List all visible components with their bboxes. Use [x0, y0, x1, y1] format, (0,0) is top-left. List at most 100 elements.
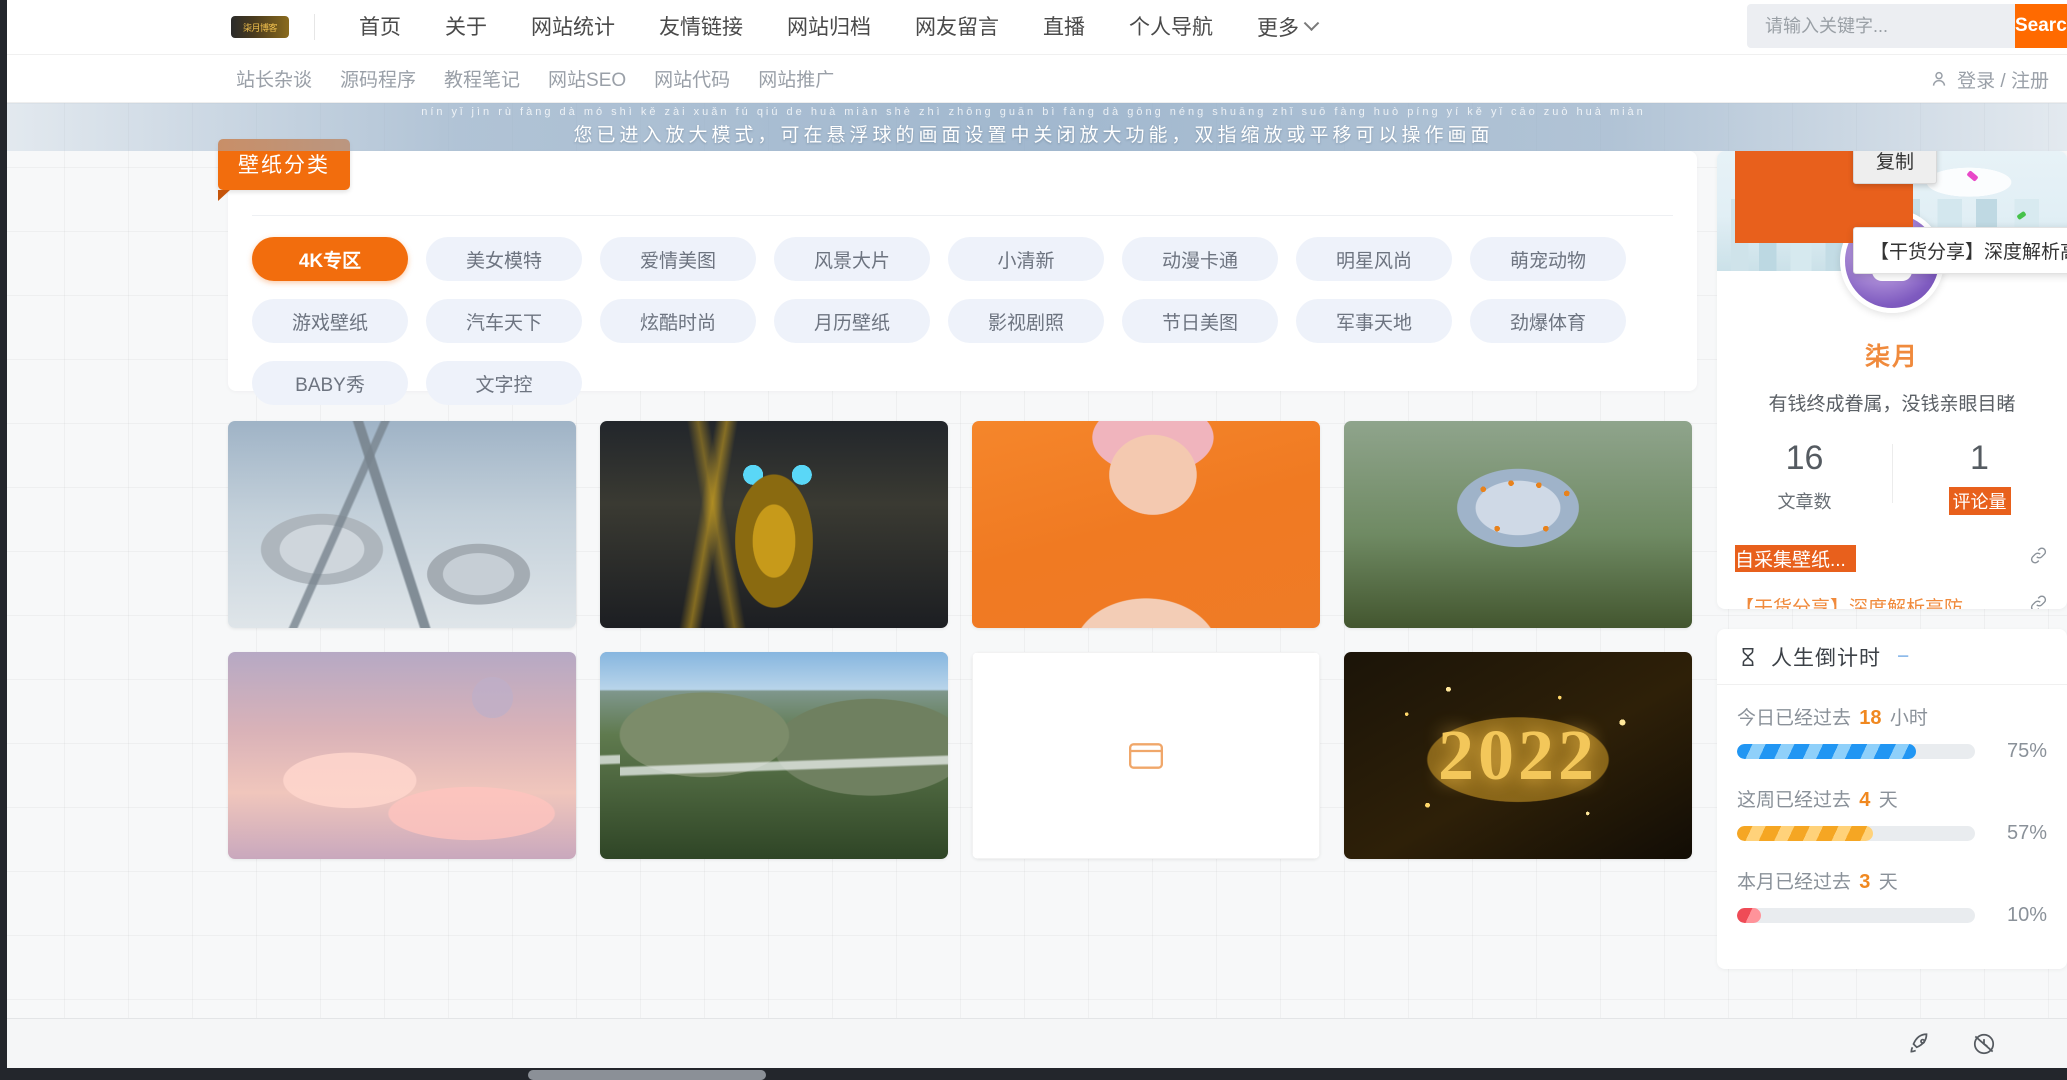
wallpaper-pink-hair-woman[interactable]: [972, 421, 1320, 628]
subnav-seo[interactable]: 网站SEO: [534, 65, 640, 92]
nav-about[interactable]: 关于: [423, 0, 509, 55]
wallpaper-year-text: 2022: [1438, 715, 1598, 795]
hourglass-icon: [1742, 647, 1754, 666]
wallpaper-grid: 2022: [228, 421, 1697, 859]
wallpaper-thumbnail: [600, 652, 948, 859]
nav-stats[interactable]: 网站统计: [509, 0, 637, 55]
link-icon[interactable]: [2028, 545, 2049, 572]
wallpaper-bumblebee-robot[interactable]: [600, 421, 948, 628]
site-logo-badge: 柒月博客: [231, 16, 289, 38]
subnav-yuanma[interactable]: 源码程序: [326, 65, 430, 92]
site-logo[interactable]: 柒月博客: [228, 14, 292, 40]
category-chip[interactable]: 劲爆体育: [1470, 299, 1626, 343]
countdown-progress-track: [1737, 826, 1975, 841]
subnav-daima[interactable]: 网站代码: [640, 65, 744, 92]
profile-stat[interactable]: 16 文章数: [1717, 438, 1892, 515]
wallpaper-placeholder-empty[interactable]: [972, 652, 1320, 859]
countdown-suffix: 小时: [1889, 708, 1928, 729]
wallpaper-thumbnail: 2022: [1344, 652, 1692, 859]
wallpaper-blue-butterfly[interactable]: [1344, 421, 1692, 628]
countdown-progress-track: [1737, 744, 1975, 759]
search-button[interactable]: Search: [2015, 4, 2067, 48]
category-chip[interactable]: 萌宠动物: [1470, 237, 1626, 281]
nav-more-label: 更多: [1257, 17, 1299, 40]
profile-stats: 16 文章数 1 评论量: [1717, 438, 2067, 515]
category-ribbon-title: 壁纸分类: [218, 139, 350, 201]
zoom-banner-pinyin: nín yǐ jìn rù fàng dà mó shì kě zài xuǎn…: [421, 106, 1646, 118]
category-subnav: 站长杂谈 源码程序 教程笔记 网站SEO 网站代码 网站推广 登录 / 注册: [0, 55, 2067, 103]
header-search: Search: [1747, 4, 2067, 48]
wallpaper-mountain-waterfall[interactable]: [600, 652, 948, 859]
countdown-row-label: 今日已经过去 18 小时: [1737, 703, 2047, 730]
subnav-zhanzhang[interactable]: 站长杂谈: [222, 65, 326, 92]
category-chip[interactable]: 月历壁纸: [774, 299, 930, 343]
wallpaper-radio-telescope[interactable]: [228, 421, 576, 628]
countdown-percent: 57%: [2006, 822, 2047, 844]
nav-live[interactable]: 直播: [1021, 0, 1107, 55]
image-placeholder-icon: [1129, 742, 1163, 769]
clock-rotate-icon[interactable]: [1971, 1031, 1997, 1057]
wallpaper-pink-clouds[interactable]: [228, 652, 576, 859]
nav-personal[interactable]: 个人导航: [1107, 0, 1235, 55]
profile-link-item[interactable]: 【干货分享】深度解析高防...: [1735, 583, 2049, 609]
category-chip[interactable]: 风景大片: [774, 237, 930, 281]
nav-more[interactable]: 更多: [1235, 12, 1339, 42]
category-chip[interactable]: 汽车天下: [426, 299, 582, 343]
category-chip[interactable]: 美女模特: [426, 237, 582, 281]
nav-friendlinks[interactable]: 友情链接: [637, 0, 765, 55]
category-chip[interactable]: 文字控: [426, 361, 582, 405]
subnav-jiaocheng[interactable]: 教程笔记: [430, 65, 534, 92]
profile-stat-value: 16: [1785, 439, 1824, 477]
subnav-tuiguang[interactable]: 网站推广: [744, 65, 848, 92]
wallpaper-category-card: 壁纸分类 4K专区 美女模特 爱情美图 风景大片 小清新 动漫卡通 明星风尚 萌宠动物游戏壁纸…: [218, 139, 1697, 405]
category-chip[interactable]: 炫酷时尚: [600, 299, 756, 343]
main-nav: 首页 关于 网站统计 友情链接 网站归档 网友留言 直播 个人导航: [337, 0, 1235, 55]
countdown-progress-fill: [1737, 744, 1916, 759]
countdown-prefix: 今日已经过去: [1737, 708, 1852, 729]
category-chip[interactable]: 明星风尚: [1296, 237, 1452, 281]
category-chip[interactable]: 军事天地: [1296, 299, 1452, 343]
category-chip[interactable]: 动漫卡通: [1122, 237, 1278, 281]
nav-home[interactable]: 首页: [337, 0, 423, 55]
nav-archive[interactable]: 网站归档: [765, 0, 893, 55]
category-chip[interactable]: 节日美图: [1122, 299, 1278, 343]
link-icon[interactable]: [2028, 593, 2049, 609]
profile-username: 柒月: [1864, 343, 1919, 371]
wallpaper-thumbnail: [1344, 421, 1692, 628]
category-chip[interactable]: 影视剧照: [948, 299, 1104, 343]
category-chip[interactable]: BABY秀: [252, 361, 408, 405]
window-bottom-edge: [0, 1068, 2067, 1080]
profile-stat-value: 1: [1970, 439, 1989, 477]
countdown-header: 人生倒计时 −: [1717, 629, 2067, 685]
wallpaper-thumbnail: [228, 652, 576, 859]
wallpaper-thumbnail: [228, 421, 576, 628]
search-input[interactable]: [1747, 4, 2015, 48]
countdown-percent: 75%: [2006, 740, 2047, 762]
login-register-button[interactable]: 登录 / 注册: [1929, 55, 2049, 103]
nav-guestbook[interactable]: 网友留言: [893, 0, 1021, 55]
category-chip[interactable]: 小清新: [948, 237, 1104, 281]
profile-link-text: 【干货分享】深度解析高防...: [1735, 598, 1979, 609]
countdown-bar-line: 57%: [1737, 822, 2047, 845]
countdown-prefix: 本月已经过去: [1737, 872, 1852, 893]
browser-bottom-bar: [0, 1018, 2067, 1068]
horizontal-scrollbar-thumb[interactable]: [528, 1070, 766, 1080]
category-chip[interactable]: 4K专区: [252, 237, 408, 281]
countdown-suffix: 天: [1878, 790, 1898, 811]
countdown-row-label: 本月已经过去 3 天: [1737, 867, 2047, 894]
countdown-title: 人生倒计时: [1771, 646, 1881, 670]
right-sidebar: 柒月 有钱终成眷属，没钱亲眼目睹 16 文章数 1 评论量 自采集壁纸... 【干货分享…: [1717, 151, 2067, 989]
rocket-icon[interactable]: [1907, 1031, 1933, 1057]
profile-stat[interactable]: 1 评论量: [1892, 438, 2067, 515]
copy-tooltip[interactable]: 复制: [1853, 151, 1938, 184]
category-chip[interactable]: 爱情美图: [600, 237, 756, 281]
countdown-body: 今日已经过去 18 小时 75% 这周已经过去 4 天 57% 本月已经过去 3 天 10…: [1717, 685, 2067, 969]
wallpaper-thumbnail: [972, 421, 1320, 628]
countdown-minimize-button[interactable]: −: [1897, 645, 1909, 669]
countdown-progress-fill: [1737, 908, 1761, 923]
wallpaper-2022-gold-stars[interactable]: 2022: [1344, 652, 1692, 859]
profile-link-item[interactable]: 自采集壁纸...: [1735, 535, 2049, 583]
category-chip[interactable]: 游戏壁纸: [252, 299, 408, 343]
countdown-value: 18: [1859, 707, 1882, 729]
chevron-down-icon: [1303, 14, 1320, 31]
